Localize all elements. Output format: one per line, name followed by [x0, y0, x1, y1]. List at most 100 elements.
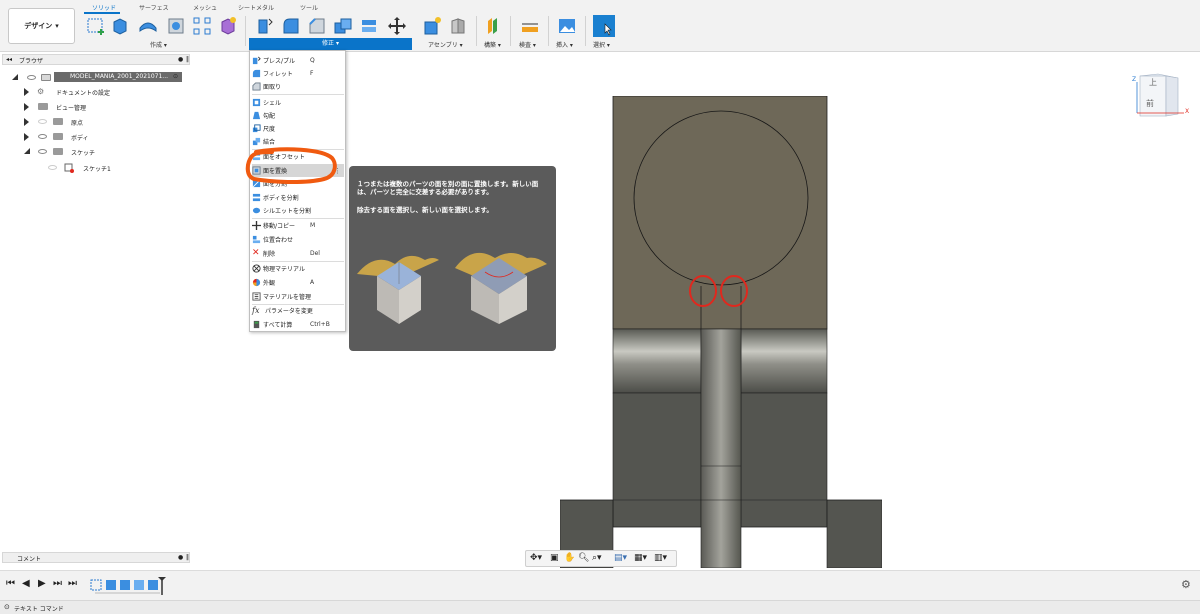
- menu-item-appearance[interactable]: 外観 A: [252, 276, 344, 289]
- expand-icon[interactable]: ‖: [186, 56, 189, 63]
- grid-icon[interactable]: ▦▾: [634, 553, 647, 563]
- orbit-icon[interactable]: ✥▾: [530, 553, 542, 563]
- menu-item-compute-all[interactable]: すべて計算 Ctrl+B: [252, 318, 344, 331]
- folder-icon: [53, 118, 63, 125]
- workspace-design-button[interactable]: デザイン ▾: [8, 8, 75, 44]
- view-cube[interactable]: 上 前 Z X: [1132, 70, 1192, 120]
- form-icon[interactable]: [218, 16, 238, 36]
- expand-arrow-icon[interactable]: [24, 103, 29, 111]
- expand-icon[interactable]: ‖: [186, 554, 189, 561]
- assemble-group-label[interactable]: アセンブリ ▾: [428, 40, 463, 49]
- offset-face-icon[interactable]: [359, 16, 379, 36]
- visibility-eye-icon[interactable]: [48, 165, 57, 170]
- expand-arrow-icon[interactable]: [24, 133, 29, 141]
- modify-dropdown-button[interactable]: 修正 ▾: [249, 38, 412, 50]
- viewcube-front-label[interactable]: 前: [1146, 98, 1154, 109]
- step-forward-icon[interactable]: ⏭: [53, 578, 62, 589]
- text-command-toggle-icon[interactable]: ⊙: [4, 603, 10, 611]
- move-icon[interactable]: [387, 16, 407, 36]
- create-group-label[interactable]: 作成 ▾: [150, 40, 167, 49]
- model-cylinder-right[interactable]: [740, 328, 828, 394]
- menu-item-move-copy[interactable]: 移動/コピー M: [252, 219, 344, 232]
- tab-tools[interactable]: ツール: [300, 3, 318, 13]
- expand-arrow-icon[interactable]: [24, 118, 29, 126]
- settings-gear-icon[interactable]: ⚙: [1181, 578, 1191, 591]
- menu-item-split-silhouette[interactable]: シルエットを分割: [252, 204, 344, 217]
- expand-arrow-icon[interactable]: [24, 148, 30, 154]
- select-cursor-icon[interactable]: [593, 15, 615, 37]
- inspect-group-label[interactable]: 検査 ▾: [519, 40, 536, 49]
- delete-x-icon: ✕: [252, 248, 260, 258]
- go-to-start-icon[interactable]: ⏮: [6, 578, 15, 589]
- new-sketch-icon[interactable]: [86, 16, 106, 36]
- construct-group-label[interactable]: 構築 ▾: [484, 40, 501, 49]
- browser-item-bodies[interactable]: ボディ: [24, 132, 184, 142]
- menu-item-change-parameters[interactable]: fx パラメータを変更: [252, 304, 344, 317]
- tab-surface[interactable]: サーフェス: [139, 3, 169, 13]
- pan-hand-icon[interactable]: ✋: [564, 553, 575, 563]
- chamfer-icon[interactable]: [307, 16, 327, 36]
- expand-arrow-icon[interactable]: [24, 88, 29, 96]
- model-viewport[interactable]: [560, 96, 882, 568]
- visibility-eye-icon[interactable]: [38, 149, 47, 154]
- timeline-features[interactable]: [90, 575, 170, 597]
- browser-item-named-views[interactable]: ビュー管理: [24, 102, 184, 112]
- go-to-end-icon[interactable]: ⏭: [68, 578, 77, 589]
- tab-mesh[interactable]: メッシュ: [193, 3, 217, 13]
- joint-icon[interactable]: [448, 16, 468, 36]
- hole-icon[interactable]: [166, 16, 186, 36]
- model-top-face[interactable]: [612, 96, 828, 330]
- menu-item-delete[interactable]: ✕ 削除 Del: [252, 247, 344, 260]
- tab-sheet-metal[interactable]: シートメタル: [238, 3, 274, 13]
- menu-item-manage-materials[interactable]: マテリアルを管理: [252, 290, 344, 303]
- text-command-bar[interactable]: ⊙ テキスト コマンド: [0, 600, 1200, 614]
- offset-plane-icon[interactable]: [484, 16, 504, 36]
- press-pull-icon[interactable]: [255, 16, 275, 36]
- fillet-icon[interactable]: [281, 16, 301, 36]
- activate-radio-icon[interactable]: ⊙: [173, 73, 178, 80]
- combine-icon[interactable]: [333, 16, 353, 36]
- browser-item-sketch1[interactable]: スケッチ1: [48, 163, 168, 173]
- new-component-icon[interactable]: [422, 16, 442, 36]
- browser-item-document-settings[interactable]: ⚙ ドキュメントの設定: [24, 87, 184, 97]
- menu-item-shell[interactable]: シェル: [252, 96, 344, 109]
- display-settings-icon[interactable]: ▤▾: [614, 553, 627, 563]
- menu-item-align[interactable]: 位置合わせ: [252, 233, 344, 246]
- play-icon[interactable]: ▶: [38, 578, 46, 589]
- browser-item-sketches[interactable]: スケッチ: [24, 147, 184, 157]
- step-back-icon[interactable]: ◀: [22, 578, 30, 589]
- menu-item-split-body[interactable]: ボディを分割: [252, 191, 344, 204]
- expand-arrow-icon[interactable]: [12, 74, 18, 80]
- select-group-label[interactable]: 選択 ▾: [593, 40, 610, 49]
- menu-item-physical-material[interactable]: 物理マテリアル: [252, 262, 344, 275]
- zoom-icon[interactable]: 🔍︎: [578, 553, 589, 563]
- model-cylinder-left[interactable]: [612, 328, 702, 394]
- menu-item-press-pull[interactable]: プレス/プル Q: [252, 54, 344, 67]
- look-at-icon[interactable]: ▣: [550, 553, 559, 563]
- pin-icon[interactable]: ●: [178, 56, 183, 63]
- revolve-icon[interactable]: [138, 16, 158, 36]
- insert-image-icon[interactable]: [557, 16, 577, 36]
- menu-item-draft[interactable]: 勾配: [252, 109, 344, 122]
- model-slot-face[interactable]: [700, 328, 742, 568]
- gear-icon: ⚙: [37, 87, 45, 96]
- visibility-eye-icon[interactable]: [27, 75, 36, 80]
- menu-item-chamfer[interactable]: 面取り: [252, 80, 344, 93]
- menu-item-fillet[interactable]: フィレット F: [252, 67, 344, 80]
- separator: [548, 16, 549, 46]
- viewports-icon[interactable]: ▥▾: [654, 553, 667, 563]
- browser-root-row[interactable]: MODEL_MANIA_2001_2021071... ⊙: [12, 72, 187, 82]
- insert-group-label[interactable]: 挿入 ▾: [556, 40, 573, 49]
- collapse-left-icon[interactable]: ◂◂: [6, 56, 12, 63]
- add-comment-icon[interactable]: ●: [178, 554, 183, 561]
- viewcube-top-label[interactable]: 上: [1149, 77, 1157, 88]
- browser-item-origin[interactable]: 原点: [24, 117, 184, 127]
- visibility-eye-icon[interactable]: [38, 119, 47, 124]
- zoom-window-icon[interactable]: ⌕▾: [592, 553, 602, 563]
- menu-item-scale[interactable]: 尺度: [252, 122, 344, 135]
- measure-icon[interactable]: [520, 16, 540, 36]
- pattern-icon[interactable]: [192, 16, 212, 36]
- comment-panel[interactable]: コメント ● ‖: [2, 552, 190, 563]
- visibility-eye-icon[interactable]: [38, 134, 47, 139]
- extrude-icon[interactable]: [110, 16, 130, 36]
